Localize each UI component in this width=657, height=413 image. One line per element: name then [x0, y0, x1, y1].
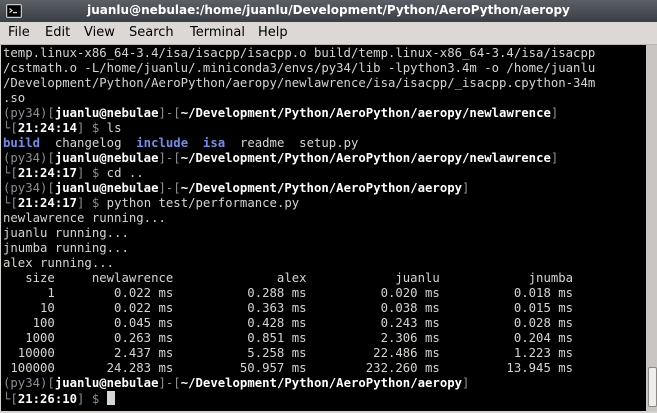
- terminal-line: /Development/Python/AeroPython/aeropy/ne…: [3, 76, 595, 91]
- terminal-line: (py34)[juanlu@nebulae]-[~/Development/Py…: [3, 151, 558, 166]
- terminal-text: size newlawrence alex juanlu jnumba: [3, 271, 574, 285]
- terminal-text: alex running...: [3, 256, 115, 270]
- terminal-text: ~/Development/Python/AeroPython/aeropy/n…: [180, 106, 551, 120]
- terminal-text: └[: [3, 196, 18, 210]
- terminal-text: ]-[: [158, 376, 181, 390]
- terminal-text: 1 0.022 ms 0.288 ms 0.020 ms 0.018 ms: [3, 286, 574, 300]
- menu-view[interactable]: View: [84, 25, 115, 40]
- terminal-line: 1 0.022 ms 0.288 ms 0.020 ms 0.018 ms: [3, 286, 573, 301]
- terminal-line: 1000 0.263 ms 0.851 ms 2.306 ms 0.204 ms: [3, 331, 573, 346]
- terminal-line: 100 0.045 ms 0.428 ms 0.243 ms 0.028 ms: [3, 316, 573, 331]
- terminal-text: include: [136, 136, 189, 150]
- terminal-text: 21:26:10: [17, 392, 78, 406]
- terminal-text: 10000 2.437 ms 5.258 ms 22.486 ms 1.223 …: [3, 346, 574, 360]
- terminal-text: juanlu@nebulae: [54, 151, 159, 165]
- terminal-text: 21:24:14: [17, 121, 78, 135]
- terminal-line: size newlawrence alex juanlu jnumba: [3, 271, 573, 286]
- terminal-line: (py34)[juanlu@nebulae]-[~/Development/Py…: [3, 376, 469, 391]
- terminal-cursor: [106, 391, 115, 405]
- terminal-text: ]-[: [158, 181, 181, 195]
- terminal-line: 10 0.022 ms 0.363 ms 0.038 ms 0.015 ms: [3, 301, 573, 316]
- menu-help[interactable]: Help: [258, 25, 288, 40]
- terminal-text: [: [47, 151, 55, 165]
- terminal-text: [: [47, 376, 55, 390]
- terminal-window: juanlu@nebulae:/home/juanlu/Development/…: [0, 0, 657, 413]
- menu-search[interactable]: Search: [129, 25, 174, 40]
- terminal-text: readme setup.py: [225, 136, 359, 150]
- terminal-text: build: [3, 136, 41, 150]
- terminal-text: └[: [3, 166, 18, 180]
- terminal-text: (py34): [3, 181, 48, 195]
- terminal-text: juanlu running...: [3, 226, 129, 240]
- terminal-text: ]-[: [158, 151, 181, 165]
- terminal-line: └[21:24:17] $ python test/performance.py: [3, 196, 299, 211]
- terminal-line: 10000 2.437 ms 5.258 ms 22.486 ms 1.223 …: [3, 346, 573, 361]
- menu-terminal[interactable]: Terminal: [190, 25, 245, 40]
- menu-bar: File Edit View Search Terminal Help: [0, 22, 657, 45]
- terminal-text: cd ..: [106, 166, 144, 180]
- terminal-text: /cstmath.o -L/home/juanlu/.miniconda3/en…: [3, 61, 596, 75]
- terminal-output[interactable]: temp.linux-x86_64-3.4/isa/isacpp/isacpp.…: [1, 45, 646, 411]
- terminal-text: ]: [462, 181, 470, 195]
- vertical-scrollbar[interactable]: [646, 45, 657, 411]
- menu-edit[interactable]: Edit: [45, 25, 70, 40]
- terminal-line: build changelog include isa readme setup…: [3, 136, 358, 151]
- terminal-text: isa: [202, 136, 226, 150]
- terminal-text: ls: [106, 121, 122, 135]
- menu-file[interactable]: File: [8, 25, 30, 40]
- terminal-line: └[21:26:10] $: [3, 391, 115, 406]
- terminal-text: [: [47, 106, 55, 120]
- terminal-text: 21:24:17: [17, 166, 78, 180]
- terminal-line: (py34)[juanlu@nebulae]-[~/Development/Py…: [3, 106, 558, 121]
- window-title: juanlu@nebulae:/home/juanlu/Development/…: [87, 3, 570, 17]
- terminal-text: 1000 0.263 ms 0.851 ms 2.306 ms 0.204 ms: [3, 331, 574, 345]
- terminal-text: ]-[: [158, 106, 181, 120]
- terminal-text: newlawrence running...: [3, 211, 166, 225]
- terminal-line: temp.linux-x86_64-3.4/isa/isacpp/isacpp.…: [3, 46, 595, 61]
- terminal-text: └[: [3, 121, 18, 135]
- terminal-text: 10 0.022 ms 0.363 ms 0.038 ms 0.015 ms: [3, 301, 574, 315]
- terminal-line: alex running...: [3, 256, 114, 271]
- terminal-text: ~/Development/Python/AeroPython/aeropy: [180, 181, 463, 195]
- terminal-line: └[21:24:14] $ ls: [3, 121, 121, 136]
- terminal-text: (py34): [3, 106, 48, 120]
- terminal-text: ~/Development/Python/AeroPython/aeropy: [180, 376, 463, 390]
- terminal-line: jnumba running...: [3, 241, 129, 256]
- terminal-line: .so: [3, 91, 25, 106]
- terminal-text: (py34): [3, 151, 48, 165]
- terminal-line: (py34)[juanlu@nebulae]-[~/Development/Py…: [3, 181, 469, 196]
- terminal-text: 100000 24.283 ms 50.957 ms 232.260 ms 13…: [3, 361, 574, 375]
- terminal-line: /cstmath.o -L/home/juanlu/.miniconda3/en…: [3, 61, 595, 76]
- terminal-text: ] $: [77, 121, 107, 135]
- scrollbar-thumb[interactable]: [648, 367, 657, 407]
- terminal-text: (py34): [3, 376, 48, 390]
- terminal-text: [: [47, 181, 55, 195]
- terminal-text: ]: [462, 376, 470, 390]
- terminal-text: juanlu@nebulae: [54, 181, 159, 195]
- terminal-text: juanlu@nebulae: [54, 376, 159, 390]
- terminal-line: juanlu running...: [3, 226, 129, 241]
- terminal-text: ]: [550, 151, 559, 165]
- terminal-text: changelog: [40, 136, 137, 150]
- terminal-text: temp.linux-x86_64-3.4/isa/isacpp/isacpp.…: [3, 46, 596, 60]
- title-bar[interactable]: juanlu@nebulae:/home/juanlu/Development/…: [0, 0, 657, 22]
- terminal-text: ]: [550, 106, 559, 120]
- terminal-line: newlawrence running...: [3, 211, 166, 226]
- terminal-text: juanlu@nebulae: [54, 106, 159, 120]
- terminal-text: 100 0.045 ms 0.428 ms 0.243 ms 0.028 ms: [3, 316, 574, 330]
- terminal-text: └[: [3, 392, 18, 406]
- terminal-text: .so: [3, 91, 26, 105]
- terminal-text: ] $: [77, 166, 107, 180]
- terminal-line: └[21:24:17] $ cd ..: [3, 166, 144, 181]
- terminal-text: ~/Development/Python/AeroPython/aeropy/n…: [180, 151, 551, 165]
- terminal-text: ] $: [77, 196, 107, 210]
- terminal-text: 21:24:17: [17, 196, 78, 210]
- terminal-text: ] $: [77, 392, 107, 406]
- terminal-text: /Development/Python/AeroPython/aeropy/ne…: [3, 76, 596, 90]
- terminal-line: 100000 24.283 ms 50.957 ms 232.260 ms 13…: [3, 361, 573, 376]
- terminal-text: jnumba running...: [3, 241, 129, 255]
- terminal-text: python test/performance.py: [106, 196, 300, 210]
